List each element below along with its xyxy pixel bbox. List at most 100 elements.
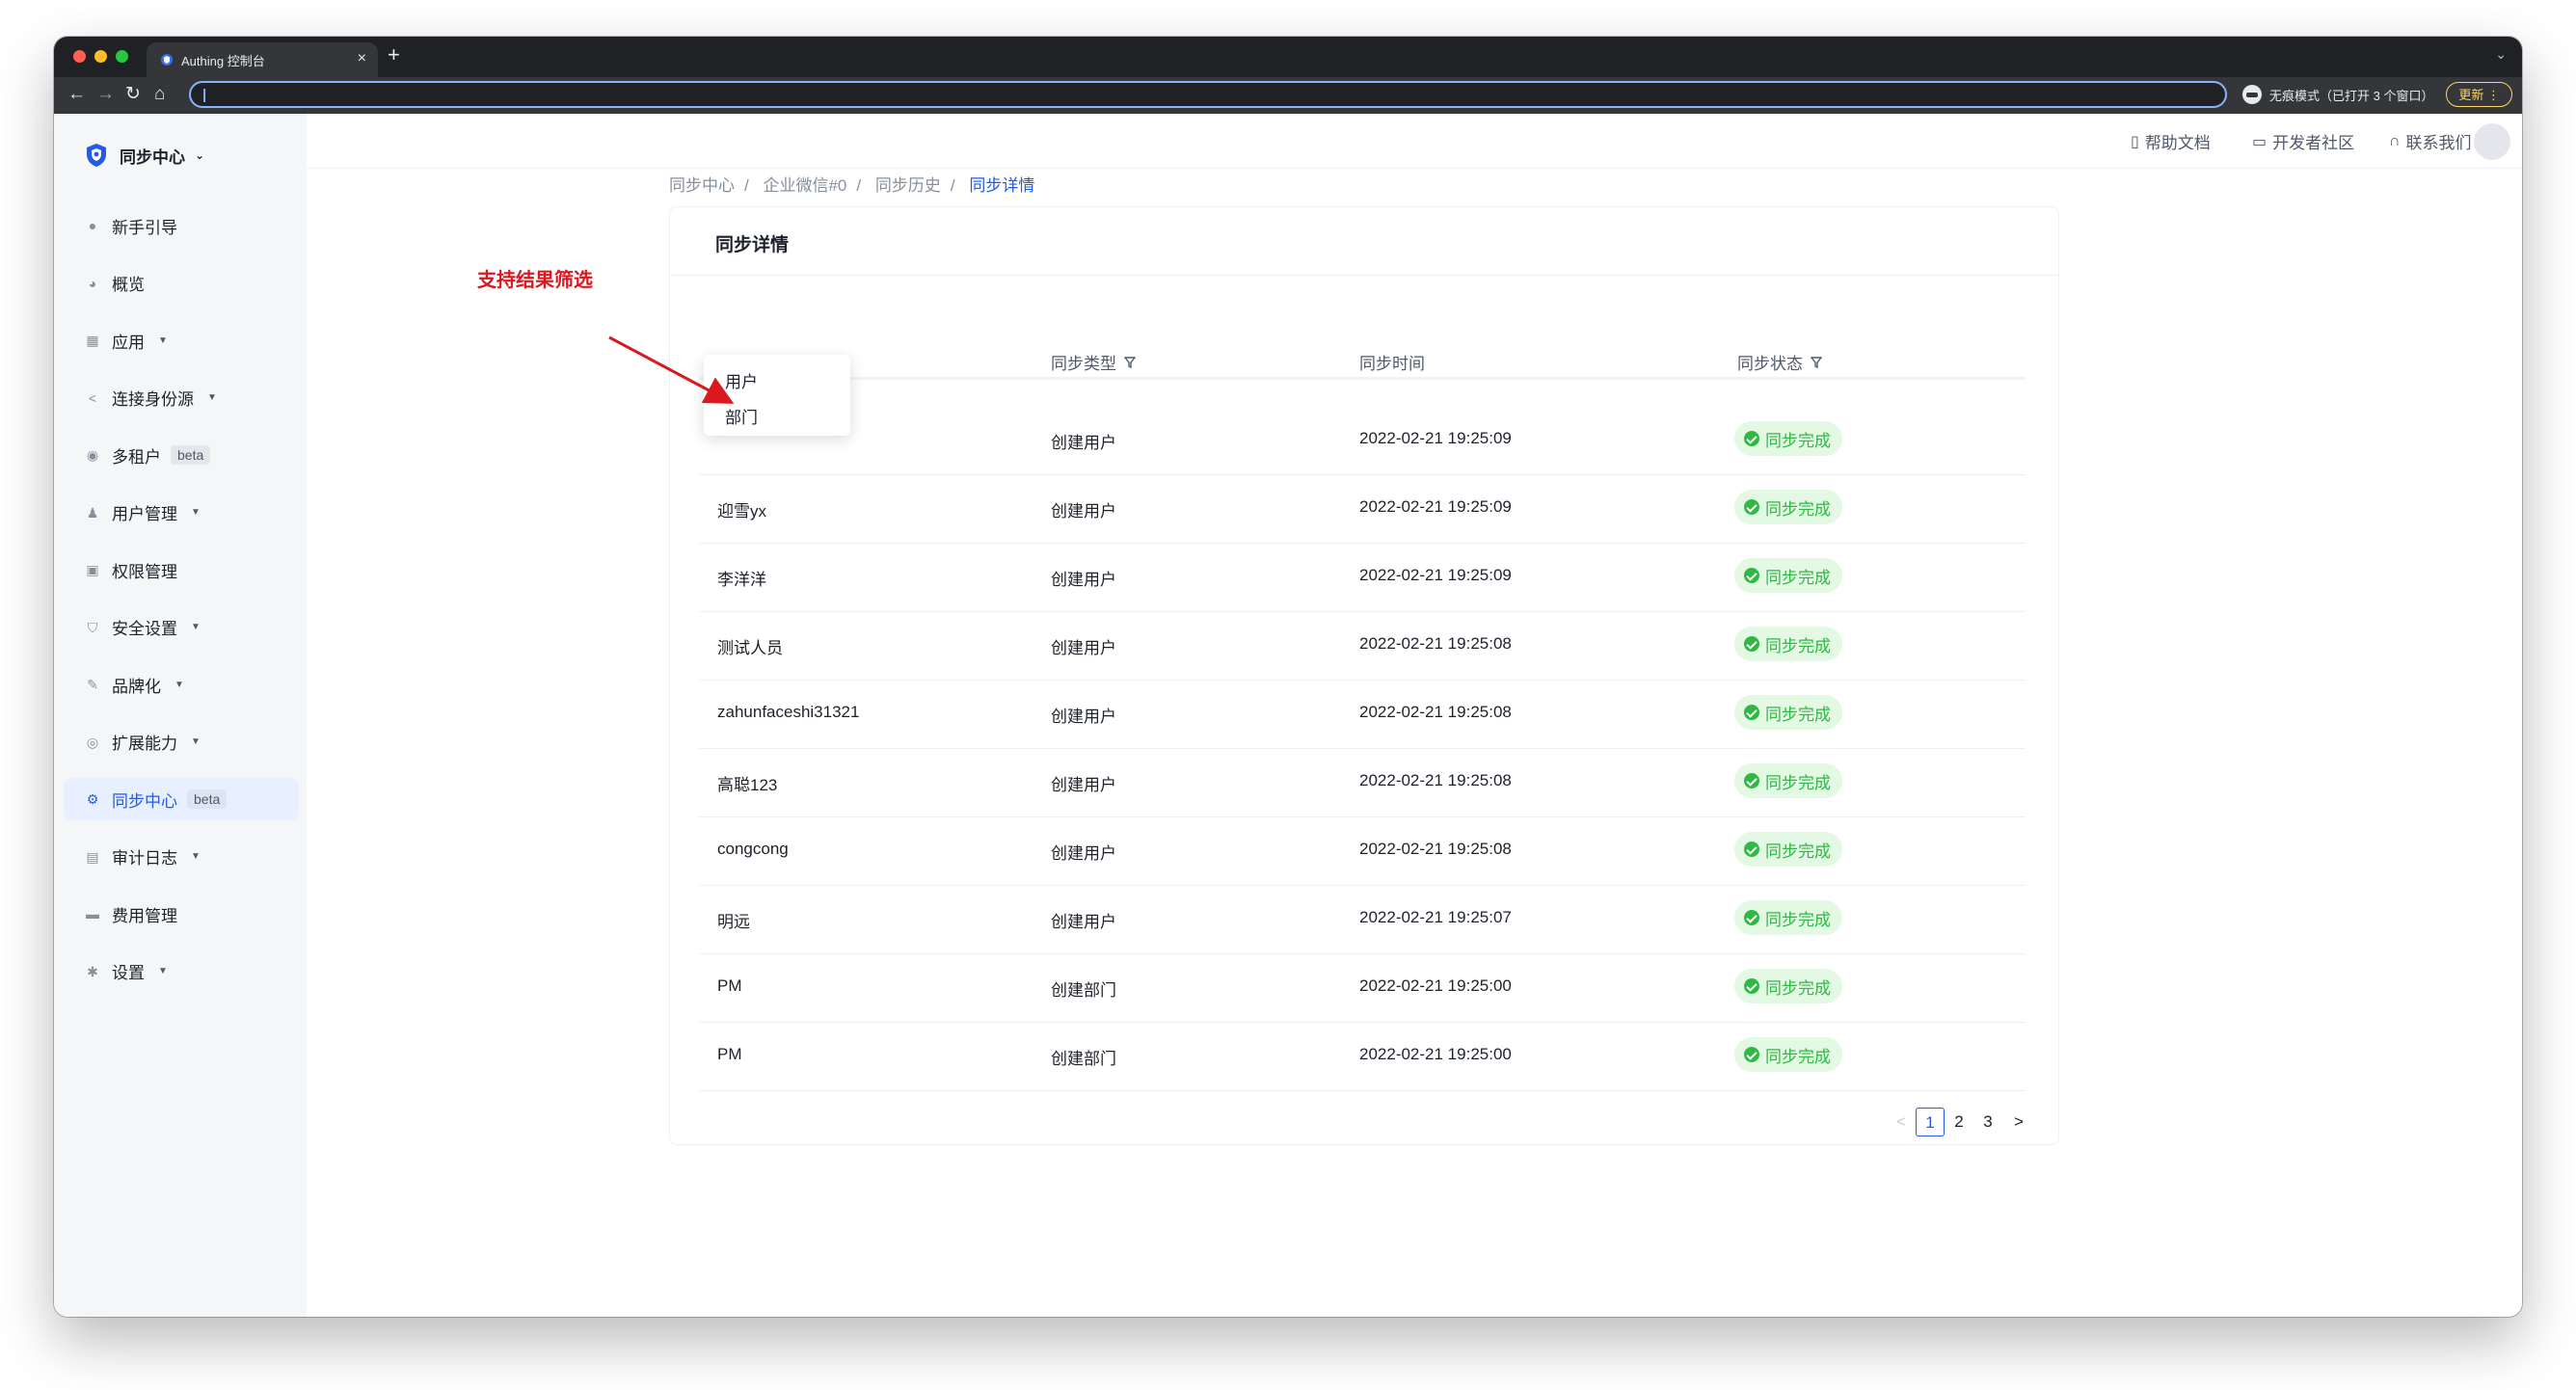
sidebar-item-apps[interactable]: ▦ 应用 ▼ bbox=[64, 319, 299, 361]
sidebar-item-identity-sources[interactable]: < 连接身份源 ▼ bbox=[64, 377, 299, 419]
dev-community-link[interactable]: ▭ 开发者社区 bbox=[2252, 129, 2354, 153]
check-circle-icon bbox=[1744, 910, 1759, 925]
minimize-window-button[interactable] bbox=[94, 50, 107, 63]
cell-time: 2022-02-21 19:25:09 bbox=[1359, 429, 1512, 447]
incognito-icon bbox=[2242, 85, 2262, 104]
sidebar-item-overview[interactable]: ◕ 概览 bbox=[64, 262, 299, 305]
table-row[interactable]: 测试人员 创建用户 2022-02-21 19:25:08 同步完成 bbox=[699, 611, 2026, 681]
sidebar-item-label: 同步中心 bbox=[112, 791, 177, 811]
lock-icon: ▣ bbox=[86, 562, 99, 577]
table-row[interactable]: 高聪123 创建用户 2022-02-21 19:25:08 同步完成 bbox=[699, 748, 2026, 817]
sidebar-item-permissions[interactable]: ▣ 权限管理 bbox=[64, 548, 299, 591]
sidebar-item-extensions[interactable]: ◎ 扩展能力 ▼ bbox=[64, 721, 299, 763]
cell-type: 创建用户 bbox=[1051, 571, 1116, 589]
billing-icon: ▬ bbox=[86, 906, 99, 922]
cell-time: 2022-02-21 19:25:08 bbox=[1359, 840, 1512, 858]
beta-badge: beta bbox=[187, 789, 228, 809]
cell-time: 2022-02-21 19:25:09 bbox=[1359, 566, 1512, 584]
next-page-button[interactable]: > bbox=[2004, 1108, 2033, 1136]
table-row[interactable]: 明远 创建用户 2022-02-21 19:25:07 同步完成 bbox=[699, 885, 2026, 954]
filter-icon[interactable] bbox=[1811, 356, 1822, 369]
sidebar-item-settings[interactable]: ✱ 设置 ▼ bbox=[64, 950, 299, 993]
app-switcher[interactable]: 同步中心 ⌄ bbox=[85, 143, 204, 168]
sidebar-item-branding[interactable]: ✎ 品牌化 ▼ bbox=[64, 663, 299, 706]
sidebar-item-guide[interactable]: ● 新手引导 bbox=[64, 204, 299, 247]
table-row[interactable]: 李洋洋 创建用户 2022-02-21 19:25:09 同步完成 bbox=[699, 543, 2026, 612]
page-button-3[interactable]: 3 bbox=[1973, 1108, 2002, 1136]
status-label: 同步完成 bbox=[1765, 842, 1831, 861]
column-header-status[interactable]: 同步状态 bbox=[1737, 350, 1822, 374]
column-label: 同步状态 bbox=[1737, 355, 1803, 373]
prev-page-button[interactable]: < bbox=[1887, 1108, 1916, 1136]
top-header: ▯ 帮助文档 ▭ 开发者社区 ∩ 联系我们 bbox=[307, 114, 2522, 169]
filter-option-user[interactable]: 用户 bbox=[725, 368, 758, 392]
sidebar-item-label: 费用管理 bbox=[112, 906, 177, 925]
sidebar-item-security[interactable]: ⛉ 安全设置 ▼ bbox=[64, 606, 299, 649]
cell-type: 创建用户 bbox=[1051, 502, 1116, 521]
sidebar-item-label: 新手引导 bbox=[112, 218, 177, 237]
table-row[interactable]: congcong 创建用户 2022-02-21 19:25:08 同步完成 bbox=[699, 816, 2026, 886]
column-header-type[interactable]: 同步类型 bbox=[1051, 350, 1136, 374]
sidebar-item-billing[interactable]: ▬ 费用管理 bbox=[64, 893, 299, 935]
new-tab-button[interactable]: + bbox=[388, 42, 400, 67]
chat-icon: ▭ bbox=[2252, 133, 2267, 150]
tab-search-icon[interactable]: ⌄ bbox=[2495, 46, 2507, 63]
close-window-button[interactable] bbox=[73, 50, 86, 63]
cell-subject: PM bbox=[717, 976, 742, 995]
filter-option-department[interactable]: 部门 bbox=[725, 404, 758, 428]
check-circle-icon bbox=[1744, 705, 1759, 720]
app-switcher-label: 同步中心 bbox=[120, 147, 185, 167]
sidebar-item-users[interactable]: ♟ 用户管理 ▼ bbox=[64, 492, 299, 534]
authing-logo-icon bbox=[87, 144, 106, 167]
status-label: 同步完成 bbox=[1765, 978, 1831, 998]
update-button[interactable]: 更新 ⋮ bbox=[2446, 82, 2512, 107]
tab-close-icon[interactable]: × bbox=[358, 50, 366, 67]
sidebar-item-label: 应用 bbox=[112, 333, 145, 352]
page-button-2[interactable]: 2 bbox=[1945, 1108, 1973, 1136]
sidebar-item-sync-center[interactable]: ⚙ 同步中心 beta bbox=[64, 778, 299, 820]
sidebar: 同步中心 ⌄ ● 新手引导 ◕ 概览 ▦ 应用 ▼ < 连接身份源 ▼ ◉ 多租… bbox=[54, 114, 307, 1317]
browser-tab[interactable]: Authing 控制台 × bbox=[147, 42, 378, 77]
table-row[interactable]: 迎雪yx 创建用户 2022-02-21 19:25:09 同步完成 bbox=[699, 474, 2026, 544]
help-docs-link[interactable]: ▯ 帮助文档 bbox=[2131, 129, 2211, 153]
table-row[interactable]: PM 创建部门 2022-02-21 19:25:00 同步完成 bbox=[699, 1022, 2026, 1091]
sidebar-item-multi-tenant[interactable]: ◉ 多租户 beta bbox=[64, 434, 299, 476]
cell-time: 2022-02-21 19:25:08 bbox=[1359, 634, 1512, 653]
beta-badge: beta bbox=[171, 445, 211, 465]
breadcrumb-separator: / bbox=[856, 176, 862, 195]
window-controls bbox=[73, 50, 128, 63]
caret-down-icon: ▼ bbox=[191, 736, 201, 747]
avatar[interactable] bbox=[2474, 123, 2510, 160]
back-icon[interactable]: ← bbox=[67, 83, 86, 106]
breadcrumb-current: 同步详情 bbox=[969, 176, 1035, 195]
page-button-1[interactable]: 1 bbox=[1916, 1108, 1945, 1136]
address-bar[interactable]: | bbox=[189, 81, 2227, 108]
incognito-indicator[interactable]: 无痕模式（已打开 3 个窗口） bbox=[2242, 85, 2433, 104]
breadcrumb-item[interactable]: 企业微信#0 bbox=[763, 176, 846, 195]
cell-time: 2022-02-21 19:25:07 bbox=[1359, 908, 1512, 926]
breadcrumb-separator: / bbox=[950, 176, 955, 195]
chevron-down-icon: ⌄ bbox=[195, 148, 205, 162]
subject-filter-dropdown: 用户 部门 bbox=[704, 355, 850, 436]
forward-icon[interactable]: → bbox=[96, 83, 115, 106]
reload-icon[interactable]: ↻ bbox=[125, 83, 141, 106]
breadcrumb-item[interactable]: 同步历史 bbox=[875, 176, 941, 195]
maximize-window-button[interactable] bbox=[116, 50, 128, 63]
sidebar-item-audit-log[interactable]: ▤ 审计日志 ▼ bbox=[64, 836, 299, 878]
extension-icon: ◎ bbox=[86, 734, 99, 750]
table-row[interactable]: PM 创建部门 2022-02-21 19:25:00 同步完成 bbox=[699, 953, 2026, 1023]
home-icon[interactable]: ⌂ bbox=[154, 83, 165, 106]
check-circle-icon bbox=[1744, 842, 1759, 857]
sidebar-nav: ● 新手引导 ◕ 概览 ▦ 应用 ▼ < 连接身份源 ▼ ◉ 多租户 beta bbox=[64, 204, 299, 1007]
status-badge: 同步完成 bbox=[1734, 900, 1842, 935]
filter-icon[interactable] bbox=[1124, 356, 1136, 369]
contact-us-link[interactable]: ∩ 联系我们 bbox=[2389, 129, 2472, 153]
table-row[interactable]: 创建用户 2022-02-21 19:25:09 同步完成 bbox=[699, 406, 2026, 475]
globe-icon: ◉ bbox=[86, 447, 99, 463]
table-row[interactable]: zahunfaceshi31321 创建用户 2022-02-21 19:25:… bbox=[699, 680, 2026, 749]
column-header-time[interactable]: 同步时间 bbox=[1359, 350, 1425, 374]
cell-time: 2022-02-21 19:25:08 bbox=[1359, 703, 1512, 721]
cell-type: 创建用户 bbox=[1051, 844, 1116, 863]
browser-tab-bar: Authing 控制台 × + ⌄ bbox=[54, 37, 2522, 77]
breadcrumb-item[interactable]: 同步中心 bbox=[669, 176, 735, 195]
